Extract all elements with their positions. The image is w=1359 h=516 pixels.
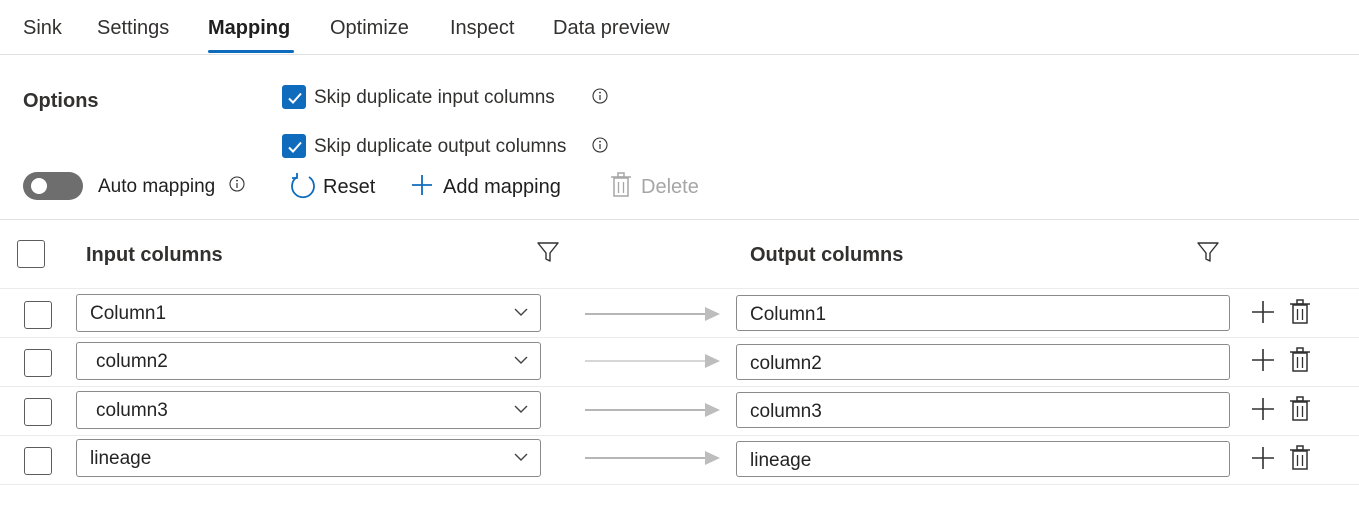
plus-icon [412,175,432,195]
table-row: Column1 Column1 [0,289,1359,337]
table-row: lineage lineage [0,436,1359,484]
tab-sink[interactable]: Sink [23,17,62,40]
mapping-arrow-icon [585,354,720,368]
input-column-value: column3 [96,400,168,421]
select-all-checkbox[interactable] [17,240,45,268]
input-columns-header: Input columns [86,244,223,266]
toggle-knob [31,178,47,194]
input-column-select[interactable]: lineage [76,439,541,477]
chevron-down-icon [514,356,528,364]
info-icon[interactable] [592,137,608,153]
tab-mapping[interactable]: Mapping [208,17,290,40]
filter-icon[interactable] [536,240,560,264]
mapping-arrow-icon [585,307,720,321]
row-divider [0,484,1359,485]
tab-optimize[interactable]: Optimize [330,17,409,40]
info-icon[interactable] [592,88,608,104]
tab-inspect[interactable]: Inspect [450,17,514,40]
row-checkbox[interactable] [24,398,52,426]
skip-duplicate-output-checkbox[interactable] [282,134,306,158]
skip-duplicate-input-label: Skip duplicate input columns [314,87,555,108]
add-row-icon[interactable] [1251,446,1275,470]
tab-settings[interactable]: Settings [97,17,169,40]
delete-row-icon[interactable] [1289,347,1311,373]
delete-label: Delete [641,176,699,198]
output-column-input[interactable]: Column1 [736,295,1230,331]
add-mapping-button[interactable]: Add mapping [410,172,575,202]
active-tab-indicator [208,50,294,53]
tab-data-preview[interactable]: Data preview [553,17,670,40]
reset-label: Reset [323,176,376,198]
output-column-value: Column1 [750,304,827,325]
output-column-value: column2 [750,353,822,374]
mapping-arrow-icon [585,451,720,465]
delete-row-icon[interactable] [1289,299,1311,325]
output-columns-header: Output columns [750,244,904,266]
output-column-input[interactable]: column2 [736,344,1230,380]
chevron-down-icon [514,405,528,413]
delete-button[interactable]: Delete [610,172,705,202]
input-column-value: lineage [90,448,152,469]
row-checkbox[interactable] [24,301,52,329]
table-row: column3 column3 [0,387,1359,435]
filter-icon[interactable] [1196,240,1220,264]
tab-bar: Sink Settings Mapping Optimize Inspect D… [0,0,1359,55]
output-column-value: column3 [750,401,822,422]
table-row: column2 column2 [0,338,1359,386]
row-checkbox[interactable] [24,349,52,377]
delete-row-icon[interactable] [1289,445,1311,471]
input-column-select[interactable]: Column1 [76,294,541,332]
reset-icon [291,173,315,199]
add-row-icon[interactable] [1251,300,1275,324]
input-column-select[interactable]: column2 [76,342,541,380]
table-divider [0,219,1359,220]
options-title: Options [23,90,99,112]
reset-button[interactable]: Reset [289,172,379,202]
checkmark-icon [288,141,302,153]
add-mapping-label: Add mapping [443,176,561,198]
add-row-icon[interactable] [1251,397,1275,421]
add-row-icon[interactable] [1251,348,1275,372]
auto-mapping-toggle[interactable] [23,172,83,200]
output-column-input[interactable]: column3 [736,392,1230,428]
row-checkbox[interactable] [24,447,52,475]
info-icon[interactable] [229,176,245,192]
output-column-value: lineage [750,450,812,471]
skip-duplicate-output-label: Skip duplicate output columns [314,136,567,157]
chevron-down-icon [514,453,528,461]
output-column-input[interactable]: lineage [736,441,1230,477]
skip-duplicate-input-checkbox[interactable] [282,85,306,109]
chevron-down-icon [514,308,528,316]
trash-icon [611,172,631,197]
auto-mapping-label: Auto mapping [98,176,216,197]
delete-row-icon[interactable] [1289,396,1311,422]
input-column-select[interactable]: column3 [76,391,541,429]
input-column-value: Column1 [90,303,167,324]
checkmark-icon [288,92,302,104]
input-column-value: column2 [96,351,168,372]
mapping-arrow-icon [585,403,720,417]
